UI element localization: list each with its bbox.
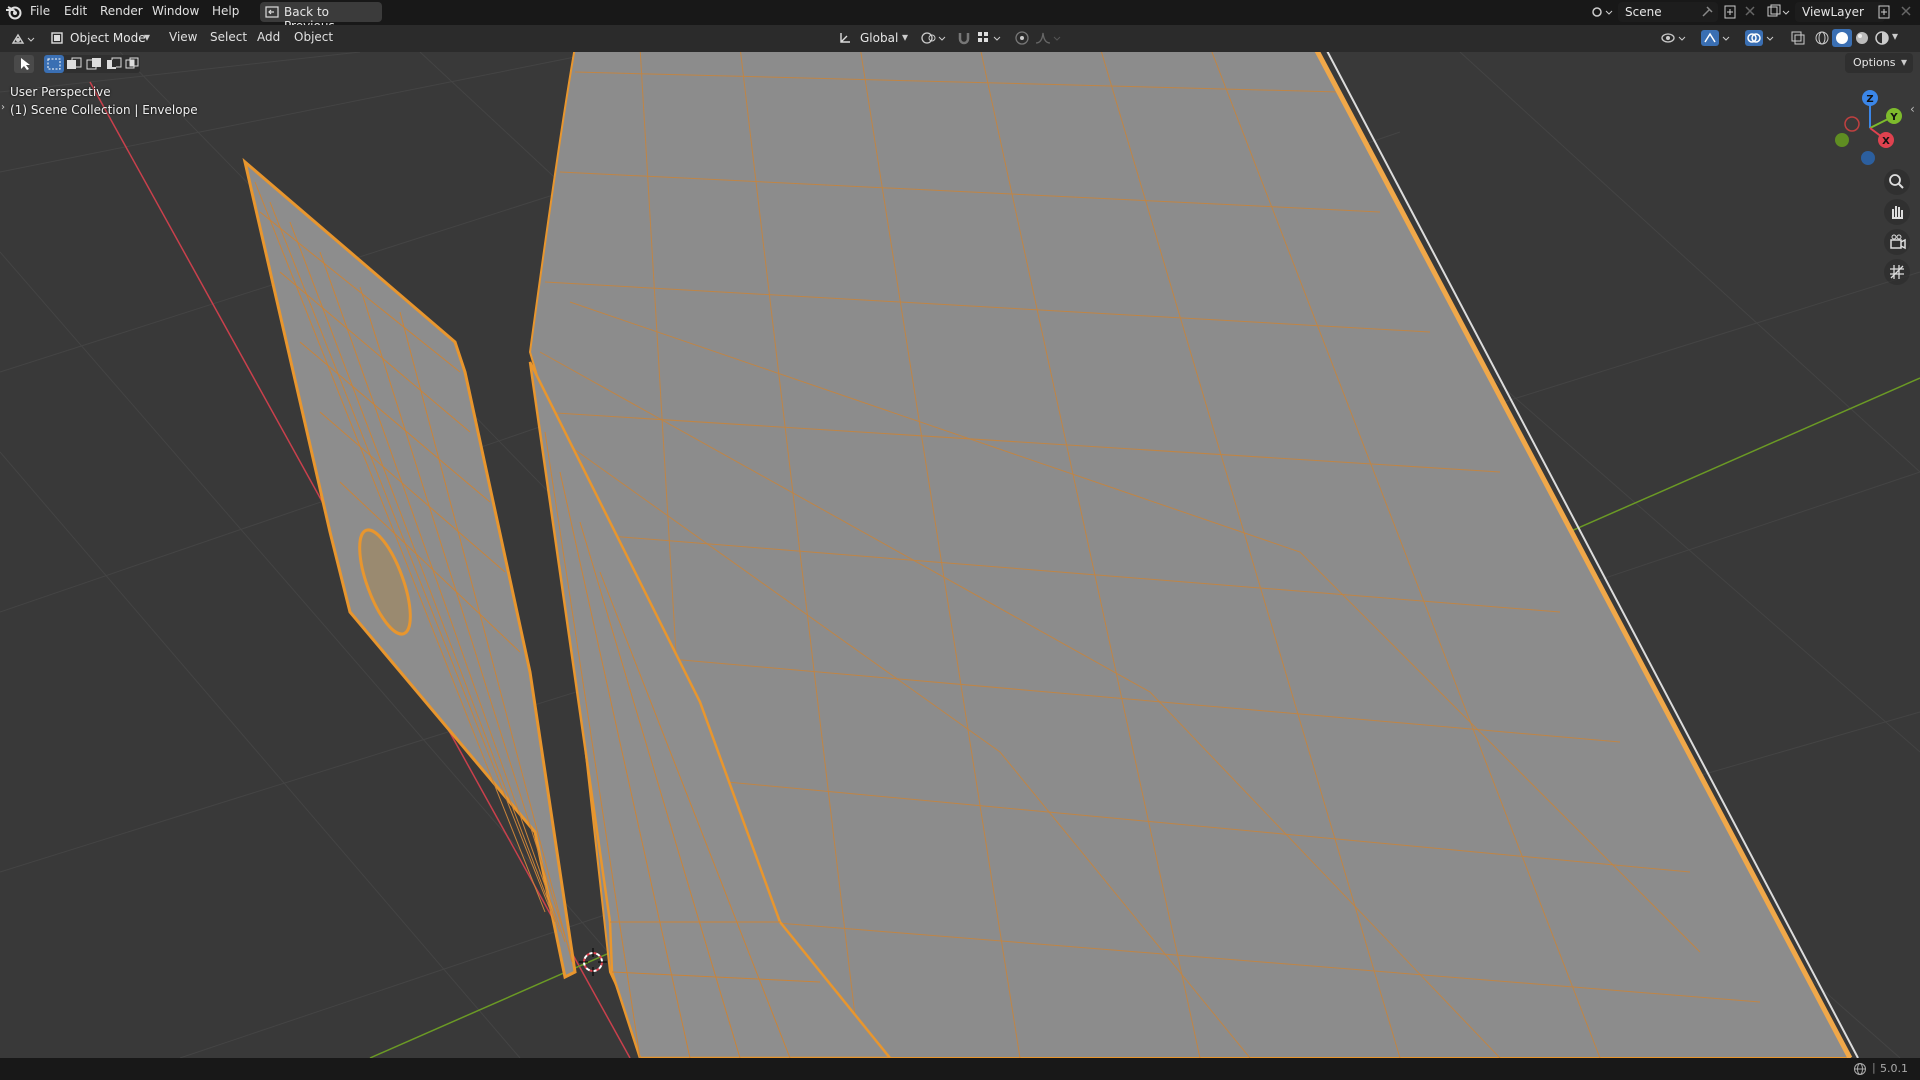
menu-help[interactable]: Help <box>212 4 239 18</box>
3d-viewport[interactable]: User Perspective › (1) Scene Collection … <box>0 52 1920 1058</box>
select-subtract-icon[interactable] <box>84 55 104 73</box>
view-layer-text: ViewLayer <box>1802 5 1864 19</box>
new-scene-icon[interactable] <box>1722 4 1738 20</box>
navigation-gizmo[interactable]: Z Y X <box>1830 88 1910 168</box>
solid-shading-icon[interactable] <box>1832 29 1852 47</box>
overlays-toggle-icon[interactable] <box>1744 29 1778 47</box>
orientation-icon <box>840 33 850 43</box>
options-dropdown[interactable]: Options ▾ <box>1845 53 1913 73</box>
close-view-layer-icon[interactable] <box>1900 5 1912 17</box>
select-intersect-icon[interactable] <box>124 55 140 73</box>
select-tool-button[interactable] <box>14 55 34 73</box>
scene-type-icon[interactable] <box>1590 3 1616 21</box>
snap-target-icon[interactable] <box>976 30 1006 46</box>
menu-view[interactable]: View <box>169 30 197 44</box>
viewport-header: Object Mode ▾ View Select Add Object Glo… <box>0 25 1920 52</box>
3d-cursor <box>579 948 607 976</box>
viewport-scene[interactable] <box>0 52 1920 1058</box>
visibility-icon[interactable] <box>1660 30 1690 46</box>
chevron-down-icon: ▾ <box>902 30 909 44</box>
gizmo-toggle-icon[interactable] <box>1700 29 1734 47</box>
grid-icon[interactable] <box>1884 259 1910 285</box>
object-mode-icon <box>51 32 63 44</box>
menu-edit[interactable]: Edit <box>64 4 87 18</box>
globe-icon <box>1854 1063 1866 1075</box>
rendered-shading-icon[interactable] <box>1872 29 1892 47</box>
view-layer-field[interactable]: ViewLayer <box>1795 2 1885 22</box>
cursor-icon <box>21 58 30 70</box>
version-label: 5.0.1 <box>1880 1062 1908 1075</box>
chevron-down-icon[interactable]: ▾ <box>1892 29 1898 43</box>
top-bar: File Edit Render Window Help Back to Pre… <box>0 0 1920 33</box>
sidebar-toggle-icon[interactable]: ‹ <box>1910 102 1915 116</box>
menu-window[interactable]: Window <box>152 4 199 18</box>
selection-mode-group <box>44 55 140 73</box>
pivot-point-icon[interactable] <box>920 30 950 46</box>
gizmo-z-label: Z <box>1866 94 1873 105</box>
xray-toggle-icon[interactable] <box>1790 30 1806 46</box>
chevron-down-icon: ▾ <box>144 30 151 44</box>
gizmo-x-label: X <box>1882 136 1890 147</box>
snap-toggle-icon[interactable] <box>956 30 972 46</box>
proportional-editing-icon[interactable] <box>1014 30 1030 46</box>
falloff-icon[interactable] <box>1034 30 1064 46</box>
menu-render[interactable]: Render <box>100 4 143 18</box>
material-shading-icon[interactable] <box>1852 29 1872 47</box>
gizmo-y-label: Y <box>1889 112 1898 123</box>
status-bar: | 5.0.1 <box>0 1058 1920 1080</box>
collection-label: (1) Scene Collection | Envelope <box>10 103 198 117</box>
status-separator: | <box>1872 1061 1876 1074</box>
orientation-label: Global <box>860 31 899 45</box>
mode-dropdown[interactable]: Object Mode ▾ <box>48 28 156 48</box>
shading-modes: ▾ <box>1812 29 1902 47</box>
perspective-label: User Perspective <box>10 85 111 99</box>
menu-object[interactable]: Object <box>294 30 333 44</box>
pin-icon[interactable] <box>1700 5 1714 19</box>
select-invert-icon[interactable] <box>104 55 124 73</box>
back-to-previous-button[interactable]: Back to Previous <box>260 2 382 33</box>
menu-select[interactable]: Select <box>210 30 247 44</box>
scene-name-text: Scene <box>1625 5 1662 19</box>
mode-label: Object Mode <box>70 31 146 45</box>
blender-logo-icon[interactable] <box>5 4 23 20</box>
menu-file[interactable]: File <box>30 4 50 18</box>
envelope-card <box>242 157 577 980</box>
chevron-down-icon: ▾ <box>1901 55 1908 69</box>
camera-icon[interactable] <box>1884 229 1910 255</box>
view-layer-icon[interactable] <box>1766 4 1792 20</box>
new-view-layer-icon[interactable] <box>1876 4 1892 20</box>
hand-icon[interactable] <box>1884 199 1910 225</box>
select-new-icon[interactable] <box>44 55 64 73</box>
options-label: Options <box>1853 56 1896 69</box>
zoom-icon[interactable] <box>1884 169 1910 195</box>
close-scene-icon[interactable] <box>1744 5 1756 17</box>
wireframe-shading-icon[interactable] <box>1812 29 1832 47</box>
editor-type-icon[interactable] <box>10 30 40 48</box>
menu-add[interactable]: Add <box>257 30 280 44</box>
transform-orientation-dropdown[interactable]: Global ▾ <box>836 28 914 48</box>
back-arrow-icon <box>265 6 279 18</box>
select-extend-icon[interactable] <box>64 55 84 73</box>
scene-icon <box>1592 7 1613 17</box>
collapse-arrow-icon[interactable]: › <box>1 102 5 113</box>
